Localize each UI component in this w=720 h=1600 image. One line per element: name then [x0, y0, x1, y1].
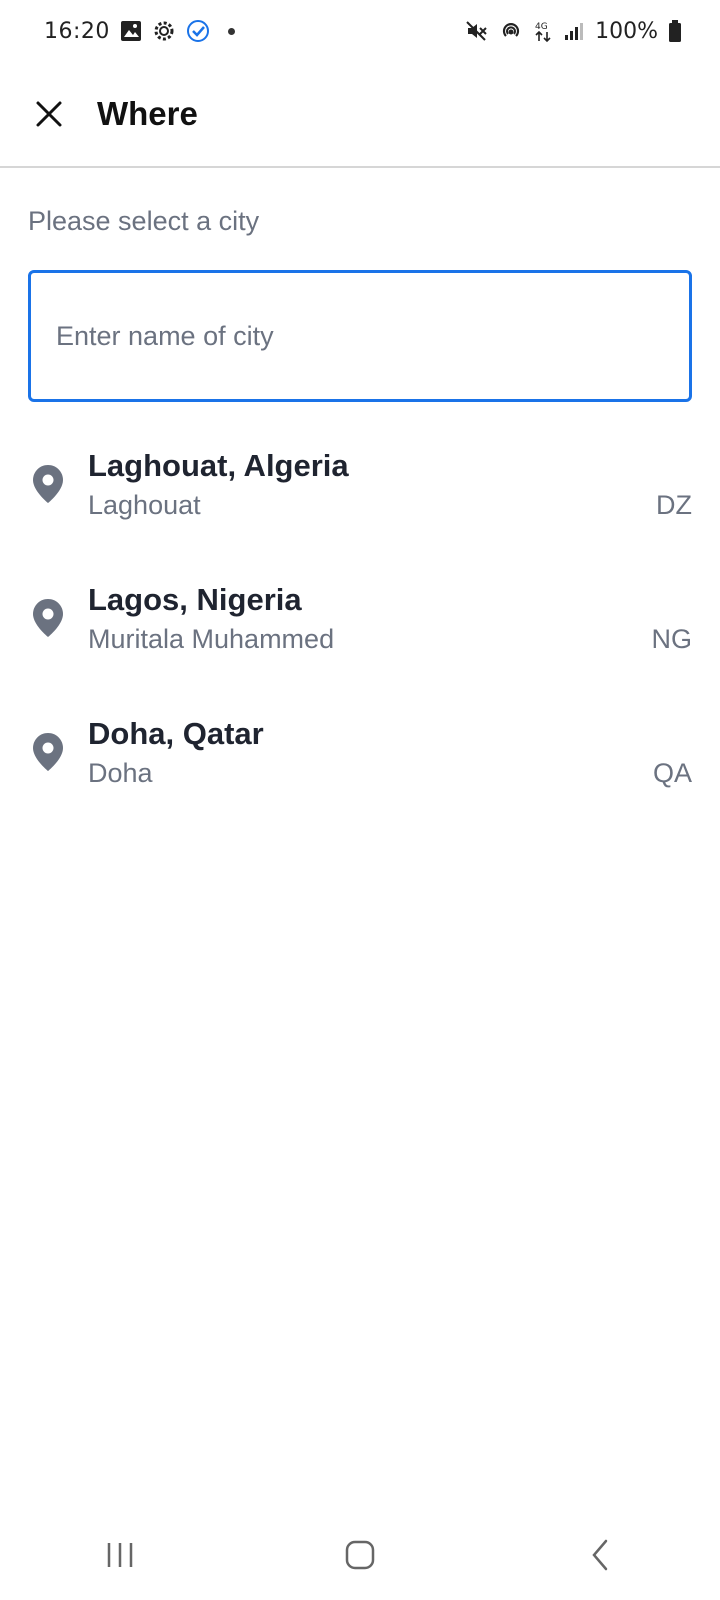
battery-icon [668, 19, 682, 43]
back-icon [592, 1539, 608, 1571]
location-pin-icon [33, 465, 63, 503]
location-pin-icon [33, 733, 63, 771]
network-4g-icon: 4G [533, 19, 553, 43]
city-result-subtitle: Doha [88, 758, 153, 788]
close-button[interactable] [21, 86, 77, 142]
recent-apps-button[interactable] [80, 1525, 160, 1585]
country-code: NG [651, 624, 693, 654]
dot-icon [227, 27, 235, 35]
select-city-label: Please select a city [28, 206, 260, 236]
city-result-item[interactable]: Laghouat, Algeria Laghouat DZ [0, 430, 720, 564]
system-nav-bar [0, 1510, 720, 1600]
city-search-input[interactable] [31, 273, 689, 399]
status-bar: 16:20 4G 100% [0, 0, 720, 62]
city-result-subtitle: Muritala Muhammed [88, 624, 335, 654]
check-circle-icon [186, 19, 210, 43]
image-icon [120, 20, 142, 42]
city-result-title: Doha, Qatar [88, 716, 264, 751]
screen: 16:20 4G 100% Where Please select a city… [0, 0, 720, 1600]
app-bar: Where [0, 62, 720, 168]
signal-icon [563, 20, 585, 42]
country-code: DZ [656, 490, 692, 520]
close-icon [36, 101, 62, 127]
city-search-box[interactable] [28, 270, 692, 402]
mute-icon [465, 19, 489, 43]
back-button[interactable] [560, 1525, 640, 1585]
status-time: 16:20 [44, 18, 110, 44]
settings-icon [152, 19, 176, 43]
battery-percent: 100% [595, 18, 658, 44]
recent-apps-icon [107, 1543, 133, 1567]
country-code: QA [652, 758, 692, 788]
city-results-list: Laghouat, Algeria Laghouat DZ Lagos, Nig… [0, 430, 720, 832]
home-icon [345, 1540, 375, 1570]
city-result-title: Lagos, Nigeria [88, 582, 302, 617]
city-result-subtitle: Laghouat [88, 490, 201, 520]
svg-text:4G: 4G [535, 22, 548, 32]
page-title: Where [97, 95, 198, 132]
city-result-item[interactable]: Doha, Qatar Doha QA [0, 698, 720, 832]
city-result-title: Laghouat, Algeria [88, 448, 349, 483]
city-result-item[interactable]: Lagos, Nigeria Muritala Muhammed NG [0, 564, 720, 698]
location-pin-icon [33, 599, 63, 637]
status-right: 4G 100% [465, 19, 682, 44]
home-button[interactable] [320, 1525, 400, 1585]
status-left: 16:20 [44, 19, 235, 44]
hotspot-icon [499, 19, 523, 43]
